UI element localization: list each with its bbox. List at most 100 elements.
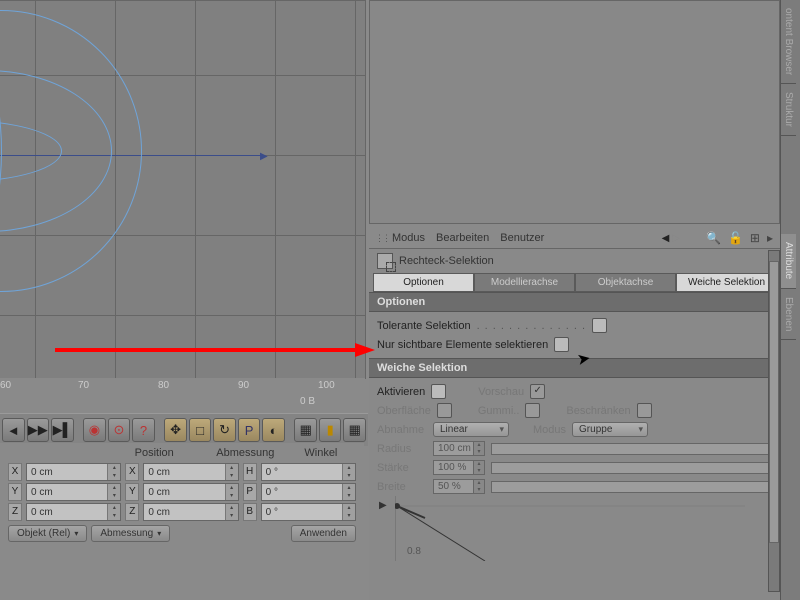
ruler-tick: 80 [158, 380, 169, 391]
rot-b-input[interactable]: 0 °▴▾ [261, 503, 356, 521]
search-icon[interactable]: 🔍 [704, 231, 723, 245]
rot-h-input[interactable]: 0 °▴▾ [261, 463, 356, 481]
mode-label: Modus [533, 424, 566, 436]
pos-x-input[interactable]: 0 cm▴▾ [26, 463, 121, 481]
option2-button[interactable]: ▮ [319, 418, 342, 442]
radius-input[interactable]: 100 cm▴▾ [433, 441, 485, 456]
header-angle: Winkel [274, 447, 356, 459]
axis-label-x: X [8, 463, 22, 481]
menu-modus[interactable]: Modus [388, 232, 429, 244]
coord-buttons: Objekt (Rel) ▾ Abmessung ▾ Anwenden [8, 525, 356, 542]
sidetab-ebenen[interactable]: Ebenen [781, 289, 796, 340]
ruler-tick: 70 [78, 380, 89, 391]
curve-graph[interactable] [395, 496, 755, 561]
param-button[interactable]: P [238, 418, 261, 442]
tool-title-row: Rechteck-Selektion [369, 249, 781, 273]
dim-x-input[interactable]: 0 cm▴▾ [143, 463, 238, 481]
menu-benutzer[interactable]: Benutzer [496, 232, 548, 244]
object-manager-panel[interactable] [369, 0, 780, 224]
tab-optionen[interactable]: Optionen [373, 273, 474, 292]
grid-line [0, 315, 365, 316]
rubber-checkbox[interactable] [525, 403, 540, 418]
restrict-checkbox[interactable] [637, 403, 652, 418]
rot-label-h: H [243, 463, 257, 481]
grid-line [195, 0, 196, 378]
preview-label: Vorschau [478, 386, 524, 398]
strength-label: Stärke [377, 462, 427, 474]
coord-mode-dropdown[interactable]: Objekt (Rel) ▾ [8, 525, 87, 542]
strength-input[interactable]: 100 %▴▾ [433, 460, 485, 475]
row-strength: Stärke 100 %▴▾ [377, 458, 773, 477]
scale-tool-button[interactable]: □ [189, 418, 212, 442]
tab-weiche-selektion[interactable]: Weiche Selektion [676, 273, 777, 292]
option1-button[interactable]: ▦ [294, 418, 317, 442]
viewport-3d[interactable]: ▶ [0, 0, 366, 379]
sidetab-content-browser[interactable]: ontent Browser [781, 0, 796, 84]
restrict-label: Beschränken [566, 405, 630, 417]
dim-label-z: Z [125, 503, 139, 521]
new-window-icon[interactable]: ⊞ [748, 231, 762, 245]
prev-key-button[interactable]: ◄ [2, 418, 25, 442]
next-key-button[interactable]: ▶▶ [27, 418, 50, 442]
attribute-menubar: ⋮⋮⋮ Modus Bearbeiten Benutzer ◀ ▷ 🔍 🔓 ⊞ … [369, 228, 781, 249]
menu-bearbeiten[interactable]: Bearbeiten [432, 232, 493, 244]
attribute-scrollbar[interactable] [768, 250, 780, 592]
mode-dropdown[interactable]: Gruppe [572, 422, 648, 437]
nav-back-icon[interactable]: ◀ [662, 233, 670, 244]
grid-line [0, 0, 365, 1]
preview-checkbox[interactable] [530, 384, 545, 399]
sidetab-attribute[interactable]: Attribute [781, 234, 796, 288]
timeline-frame[interactable]: 0 B [300, 396, 315, 412]
nav-fwd-icon[interactable]: ▷ [672, 233, 680, 244]
tab-objektachse[interactable]: Objektachse [575, 273, 676, 292]
end-button[interactable]: ▶▌ [51, 418, 74, 442]
autokey-button[interactable]: ⊙ [108, 418, 131, 442]
record-key-button[interactable]: ◉ [83, 418, 106, 442]
rotate-tool-button[interactable]: ↻ [213, 418, 236, 442]
pla-button[interactable]: ◐ [262, 418, 285, 442]
width-input[interactable]: 50 %▴▾ [433, 479, 485, 494]
width-label: Breite [377, 481, 427, 493]
radius-slider[interactable] [491, 443, 773, 455]
visible-only-label: Nur sichtbare Elemente selektieren [377, 339, 548, 351]
pos-z-input[interactable]: 0 cm▴▾ [26, 503, 121, 521]
move-tool-button[interactable]: ✥ [164, 418, 187, 442]
curve-handle-icon[interactable]: ▶ [379, 500, 387, 511]
rot-p-input[interactable]: 0 °▴▾ [261, 483, 356, 501]
coord-row-z: Z 0 cm▴▾ Z 0 cm▴▾ B 0 °▴▾ [8, 503, 356, 521]
viewport-ruler: 60 70 80 90 100 [0, 378, 365, 396]
tab-modellierachse[interactable]: Modellierachse [474, 273, 575, 292]
falloff-label: Abnahme [377, 424, 427, 436]
pos-y-input[interactable]: 0 cm▴▾ [26, 483, 121, 501]
lock-icon[interactable]: 🔓 [726, 231, 745, 245]
width-slider[interactable] [491, 481, 773, 493]
panel-menu-icon[interactable]: ▸ [765, 231, 775, 245]
sidetab-struktur[interactable]: Struktur [781, 84, 796, 136]
strength-slider[interactable] [491, 462, 773, 474]
row-activate: Aktivieren Vorschau [377, 382, 773, 401]
option-tolerant: Tolerante Selektion . . . . . . . . . . … [377, 316, 773, 335]
visible-only-checkbox[interactable] [554, 337, 569, 352]
panel-grip-icon[interactable]: ⋮⋮⋮ [375, 233, 385, 244]
falloff-curve[interactable]: ▶ 0.8 [377, 496, 773, 578]
scrollbar-thumb[interactable] [769, 261, 779, 543]
row-falloff: Abnahme Linear Modus Gruppe [377, 420, 773, 439]
keyframe-options-button[interactable]: ? [132, 418, 155, 442]
activate-label: Aktivieren [377, 386, 425, 398]
dim-mode-dropdown[interactable]: Abmessung ▾ [91, 525, 170, 542]
playback-toolbar: ◄ ▶▶ ▶▌ ◉ ⊙ ? ✥ □ ↻ P ◐ ▦ ▮ ▦ [0, 413, 368, 446]
soft-selection-body: Aktivieren Vorschau Oberfläche Gummi.. B… [369, 378, 781, 582]
surface-checkbox[interactable] [437, 403, 452, 418]
row-width: Breite 50 %▴▾ [377, 477, 773, 496]
falloff-dropdown[interactable]: Linear [433, 422, 509, 437]
apply-button[interactable]: Anwenden [291, 525, 356, 542]
axis-label-z: Z [8, 503, 22, 521]
grid-line [355, 0, 356, 378]
surface-label: Oberfläche [377, 405, 431, 417]
activate-checkbox[interactable] [431, 384, 446, 399]
dim-y-input[interactable]: 0 cm▴▾ [143, 483, 238, 501]
timeline-label: 0 B [300, 396, 315, 407]
tolerant-checkbox[interactable] [592, 318, 607, 333]
dim-z-input[interactable]: 0 cm▴▾ [143, 503, 238, 521]
option3-button[interactable]: ▦ [343, 418, 366, 442]
